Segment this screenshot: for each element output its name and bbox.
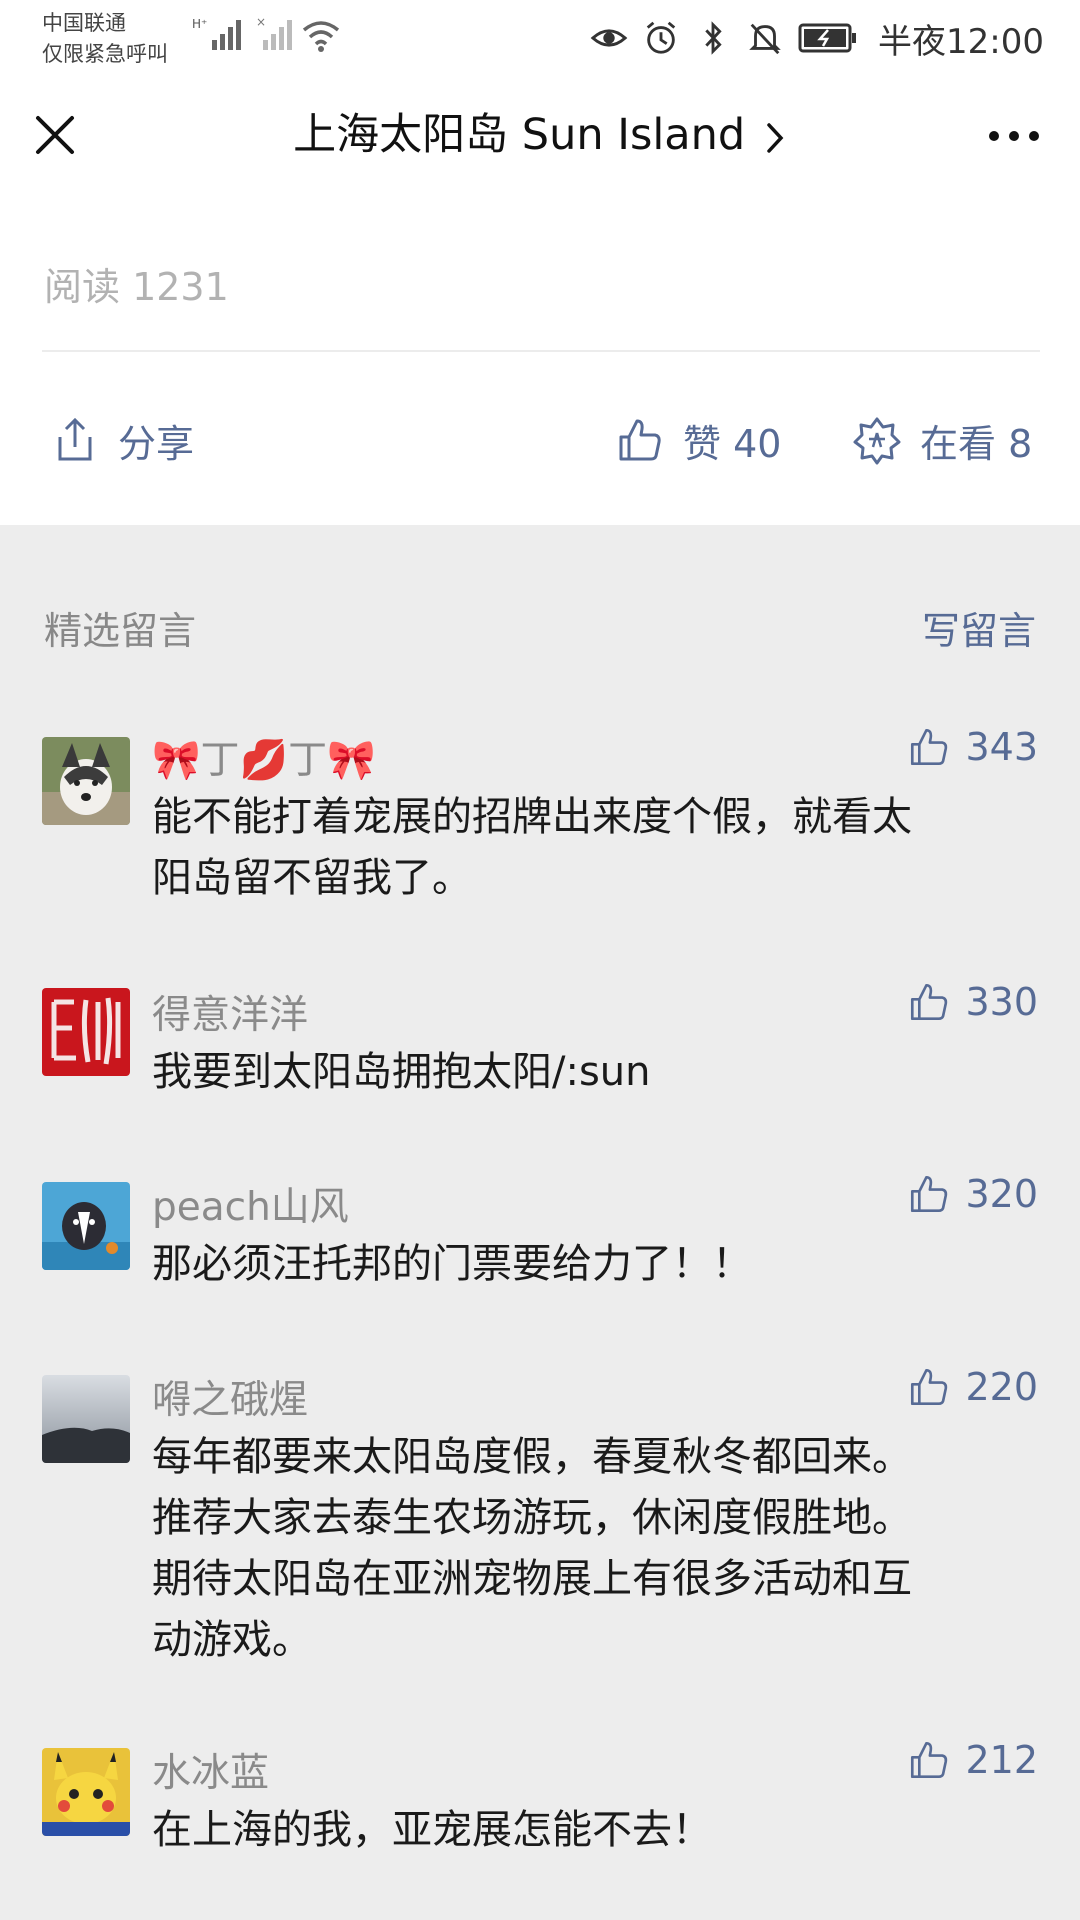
comment-like-count: 220 [965,1365,1038,1409]
carrier-name: 中国联通 [42,11,126,35]
comment-text: 每年都要来太阳岛度假，春夏秋冬都回来。 推荐大家去泰生农场游玩，休闲度假胜地。 … [152,1427,1012,1671]
like-label: 赞 40 [683,421,782,466]
comment-author: peach山风 [152,1185,349,1230]
nav-bar: 上海太阳岛 Sun Island [0,80,1080,195]
comment-like-count: 330 [965,980,1038,1024]
wow-button[interactable]: 在看 8 [852,400,1032,480]
eye-icon [590,29,628,47]
network-type-label: H⁺ [192,17,207,31]
thumbs-up-icon [619,419,661,461]
comment-line: 那必须汪托邦的门票要给力了！！ [152,1241,752,1287]
comment-text: 那必须汪托邦的门票要给力了！！ [152,1234,1012,1295]
close-icon[interactable] [30,110,80,160]
article-footer-panel: 中国联通 仅限紧急呼叫 H⁺ × 半夜12:00 上海太阳岛 Sun Islan… [0,0,1080,525]
svg-text:×: × [256,15,266,29]
signal-icon: H⁺ [192,17,241,50]
comment-item: 得意洋洋 330 我要到太阳岛拥抱太阳/:sun [0,980,1080,1100]
account-title-link[interactable]: 上海太阳岛 Sun Island [150,102,930,168]
avatar[interactable] [42,988,130,1076]
more-icon[interactable] [984,116,1044,156]
comment-like-count: 212 [965,1738,1038,1782]
divider [42,350,1040,352]
comment-like-button[interactable]: 320 [907,1172,1038,1216]
like-button[interactable]: 赞 40 [615,400,781,480]
thumbs-up-icon [911,983,948,1021]
clock: 半夜12:00 [878,21,1044,62]
comment-like-button[interactable]: 343 [907,725,1038,769]
share-icon [58,417,92,461]
comment-line: 期待太阳岛在亚洲宠物展上有很多活动和互 [152,1556,912,1602]
share-label: 分享 [118,421,195,466]
comment-text: 能不能打着宠展的招牌出来度个假，就看太 阳岛留不留我了。 [152,787,1012,909]
avatar[interactable] [42,1182,130,1270]
wifi-icon [302,21,340,52]
comment-text: 我要到太阳岛拥抱太阳/:sun [152,1042,1012,1103]
status-icons: 半夜12:00 [590,10,1044,66]
carrier-info: 中国联通 仅限紧急呼叫 [42,8,168,70]
comment-line: 我要到太阳岛拥抱太阳/:sun [152,1049,651,1095]
carrier-status: 仅限紧急呼叫 [42,42,168,66]
comment-line: 能不能打着宠展的招牌出来度个假，就看太 [152,794,912,840]
avatar[interactable] [42,1748,130,1836]
comment-like-count: 343 [965,725,1038,769]
comment-text: 在上海的我，亚宠展怎能不去！ [152,1800,1012,1861]
comment-line: 在上海的我，亚宠展怎能不去！ [152,1807,712,1853]
article-actions: 分享 赞 40 在看 8 [0,400,1080,480]
comment-author: 水冰蓝 [152,1751,270,1796]
wow-label: 在看 8 [920,421,1033,466]
bluetooth-icon [705,21,722,55]
comment-item: peach山风 320 那必须汪托邦的门票要给力了！！ [0,1172,1080,1292]
battery-icon [798,23,857,53]
comment-line: 动游戏。 [152,1617,312,1663]
thumbs-up-icon [911,1175,948,1213]
avatar[interactable] [42,737,130,825]
signal-empty-icon: × [256,15,292,50]
comment-item: 🎀丁💋丁🎀 343 能不能打着宠展的招牌出来度个假，就看太 阳岛留不留我了。 [0,725,1080,905]
mute-icon [749,23,781,55]
avatar[interactable] [42,1375,130,1463]
thumbs-up-icon [911,728,948,766]
comment-item: 嘚之硪煋 220 每年都要来太阳岛度假，春夏秋冬都回来。 推荐大家去泰生农场游玩… [0,1365,1080,1665]
read-count: 阅读 1231 [44,265,229,309]
comment-author: 🎀丁💋丁🎀 [152,738,376,783]
chevron-right-icon [767,122,784,153]
comment-like-count: 320 [965,1172,1038,1216]
page-title: 上海太阳岛 Sun Island [293,110,746,160]
comment-like-button[interactable]: 330 [907,980,1038,1024]
comment-line: 推荐大家去泰生农场游玩，休闲度假胜地。 [152,1495,912,1541]
comment-like-button[interactable]: 220 [907,1365,1038,1409]
alarm-icon [646,21,676,54]
comment-item: 水冰蓝 212 在上海的我，亚宠展怎能不去！ [0,1738,1080,1858]
comment-author: 得意洋洋 [152,993,309,1038]
thumbs-up-icon [911,1368,948,1406]
share-button[interactable]: 分享 [50,400,194,480]
thumbs-up-icon [911,1741,948,1779]
comment-author: 嘚之硪煋 [152,1378,309,1423]
comments-section-title: 精选留言 [44,609,197,653]
status-bar: 中国联通 仅限紧急呼叫 H⁺ × 半夜12:00 [0,0,1080,80]
comment-line: 每年都要来太阳岛度假，春夏秋冬都回来。 [152,1434,912,1480]
wow-icon [853,417,901,465]
comment-line: 阳岛留不留我了。 [152,855,472,901]
write-comment-button[interactable]: 写留言 [922,600,1036,655]
comment-like-button[interactable]: 212 [907,1738,1038,1782]
